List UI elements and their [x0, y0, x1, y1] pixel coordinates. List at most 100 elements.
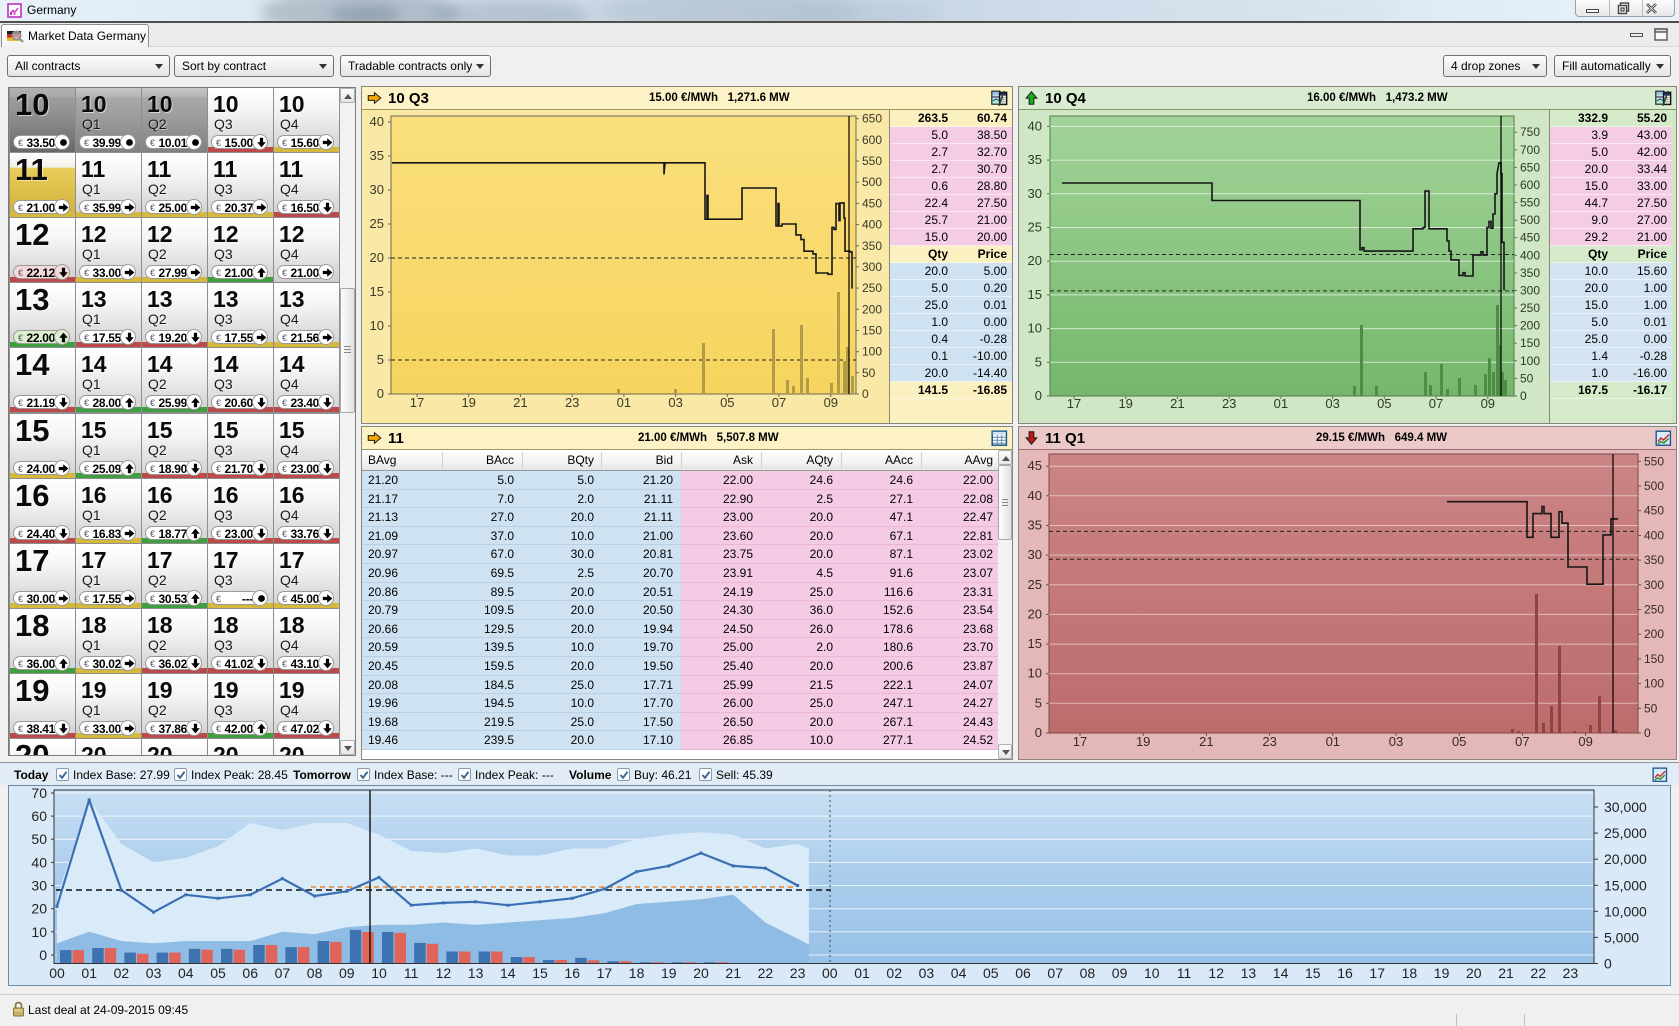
svg-text:700: 700 — [1520, 143, 1540, 157]
svg-text:19: 19 — [1136, 734, 1150, 749]
svg-text:25,000: 25,000 — [1604, 825, 1647, 841]
svg-text:5: 5 — [1035, 695, 1042, 710]
svg-text:25: 25 — [370, 216, 384, 231]
svg-text:600: 600 — [1520, 178, 1540, 192]
svg-text:23: 23 — [1262, 734, 1276, 749]
svg-text:100: 100 — [862, 345, 882, 359]
svg-text:00: 00 — [822, 965, 838, 981]
svg-text:35: 35 — [1028, 152, 1042, 167]
svg-text:09: 09 — [824, 395, 838, 410]
svg-text:16: 16 — [564, 965, 580, 981]
svg-text:0: 0 — [39, 947, 47, 963]
svg-text:20: 20 — [693, 965, 709, 981]
svg-text:03: 03 — [668, 395, 682, 410]
svg-text:0: 0 — [1644, 726, 1651, 740]
svg-text:0: 0 — [1035, 725, 1042, 740]
svg-text:17: 17 — [410, 395, 424, 410]
svg-text:05: 05 — [983, 965, 999, 981]
svg-text:12: 12 — [1208, 965, 1224, 981]
svg-text:20: 20 — [1028, 606, 1042, 621]
svg-text:150: 150 — [1520, 336, 1540, 350]
svg-text:10,000: 10,000 — [1604, 903, 1647, 919]
svg-text:5,000: 5,000 — [1604, 929, 1639, 945]
svg-text:35: 35 — [1028, 518, 1042, 533]
svg-text:20: 20 — [1028, 253, 1042, 268]
svg-text:200: 200 — [1644, 627, 1664, 641]
svg-text:01: 01 — [854, 965, 870, 981]
svg-text:01: 01 — [1326, 734, 1340, 749]
svg-text:02: 02 — [886, 965, 902, 981]
svg-text:19: 19 — [1434, 965, 1450, 981]
svg-text:10: 10 — [371, 965, 387, 981]
svg-text:20: 20 — [1466, 965, 1482, 981]
svg-text:550: 550 — [862, 154, 882, 168]
svg-text:0: 0 — [1035, 388, 1042, 403]
svg-text:01: 01 — [617, 395, 631, 410]
svg-text:200: 200 — [862, 302, 882, 316]
svg-text:06: 06 — [1015, 965, 1031, 981]
svg-text:300: 300 — [862, 260, 882, 274]
svg-text:09: 09 — [339, 965, 355, 981]
svg-text:40: 40 — [1028, 488, 1042, 503]
svg-text:400: 400 — [1520, 248, 1540, 262]
svg-text:15: 15 — [1305, 965, 1321, 981]
svg-text:19: 19 — [461, 395, 475, 410]
svg-text:35: 35 — [370, 148, 384, 163]
svg-text:550: 550 — [1644, 454, 1664, 468]
svg-text:450: 450 — [1644, 504, 1664, 518]
svg-text:25: 25 — [1028, 577, 1042, 592]
svg-text:40: 40 — [1028, 118, 1042, 133]
svg-text:250: 250 — [1520, 301, 1540, 315]
svg-text:03: 03 — [1389, 734, 1403, 749]
svg-text:05: 05 — [1452, 734, 1466, 749]
svg-text:03: 03 — [146, 965, 162, 981]
svg-text:30: 30 — [370, 182, 384, 197]
svg-text:250: 250 — [862, 281, 882, 295]
svg-text:15: 15 — [532, 965, 548, 981]
svg-text:07: 07 — [772, 395, 786, 410]
svg-text:09: 09 — [1112, 965, 1128, 981]
svg-text:22: 22 — [1530, 965, 1546, 981]
svg-text:650: 650 — [1520, 160, 1540, 174]
svg-text:17: 17 — [1369, 965, 1385, 981]
svg-text:20: 20 — [370, 250, 384, 265]
svg-text:08: 08 — [1080, 965, 1096, 981]
svg-text:200: 200 — [1520, 319, 1540, 333]
svg-text:25: 25 — [1028, 220, 1042, 235]
svg-text:250: 250 — [1644, 603, 1664, 617]
svg-text:10: 10 — [1028, 321, 1042, 336]
svg-text:600: 600 — [862, 133, 882, 147]
svg-text:13: 13 — [468, 965, 484, 981]
svg-text:10: 10 — [1028, 666, 1042, 681]
svg-text:30: 30 — [1028, 547, 1042, 562]
svg-text:21: 21 — [1498, 965, 1514, 981]
svg-text:30: 30 — [31, 878, 47, 894]
svg-text:20: 20 — [31, 901, 47, 917]
svg-text:650: 650 — [862, 112, 882, 126]
svg-text:15: 15 — [1028, 287, 1042, 302]
svg-text:450: 450 — [862, 196, 882, 210]
svg-text:18: 18 — [1402, 965, 1418, 981]
svg-text:03: 03 — [919, 965, 935, 981]
svg-text:06: 06 — [242, 965, 258, 981]
svg-text:11: 11 — [1177, 965, 1192, 981]
svg-text:02: 02 — [114, 965, 130, 981]
svg-text:350: 350 — [1520, 266, 1540, 280]
svg-text:21: 21 — [513, 395, 527, 410]
svg-text:17: 17 — [597, 965, 613, 981]
svg-text:70: 70 — [31, 786, 47, 801]
svg-text:300: 300 — [1644, 578, 1664, 592]
svg-text:10: 10 — [31, 924, 47, 940]
svg-text:17: 17 — [1073, 734, 1087, 749]
svg-text:0: 0 — [1604, 956, 1612, 972]
svg-text:500: 500 — [1520, 213, 1540, 227]
svg-text:5: 5 — [1035, 354, 1042, 369]
svg-text:11: 11 — [404, 965, 419, 981]
svg-text:07: 07 — [1515, 734, 1529, 749]
svg-text:500: 500 — [1644, 479, 1664, 493]
svg-text:15: 15 — [370, 284, 384, 299]
svg-text:23: 23 — [790, 965, 806, 981]
svg-text:100: 100 — [1520, 354, 1540, 368]
svg-text:50: 50 — [1520, 371, 1534, 385]
svg-text:30,000: 30,000 — [1604, 799, 1647, 815]
